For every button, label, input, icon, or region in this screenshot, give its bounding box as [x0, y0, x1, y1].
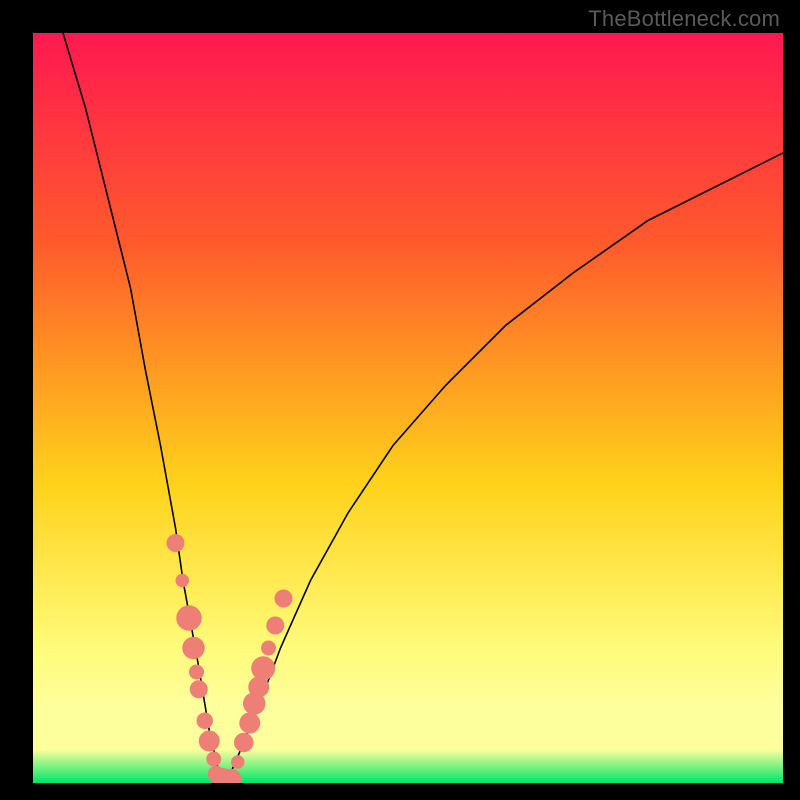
hardware-marker: [182, 637, 205, 660]
hardware-marker: [176, 574, 190, 588]
hardware-marker: [206, 752, 221, 767]
hardware-marker: [239, 713, 260, 734]
hardware-marker: [231, 755, 244, 769]
watermark-text: TheBottleneck.com: [588, 6, 780, 32]
hardware-marker: [190, 680, 208, 698]
hardware-marker: [176, 605, 202, 631]
bottleneck-curve: [63, 33, 783, 779]
hardware-markers: [167, 534, 293, 783]
hardware-marker: [167, 534, 185, 552]
hardware-marker: [266, 617, 284, 635]
plot-area: [33, 33, 783, 783]
hardware-marker: [234, 733, 254, 753]
hardware-marker: [275, 590, 293, 608]
hardware-marker: [261, 641, 276, 656]
curve-layer: [33, 33, 783, 783]
hardware-marker: [199, 731, 220, 752]
hardware-marker: [251, 656, 275, 680]
hardware-marker: [189, 665, 204, 680]
chart-frame: TheBottleneck.com: [0, 0, 800, 800]
hardware-marker: [197, 713, 214, 729]
